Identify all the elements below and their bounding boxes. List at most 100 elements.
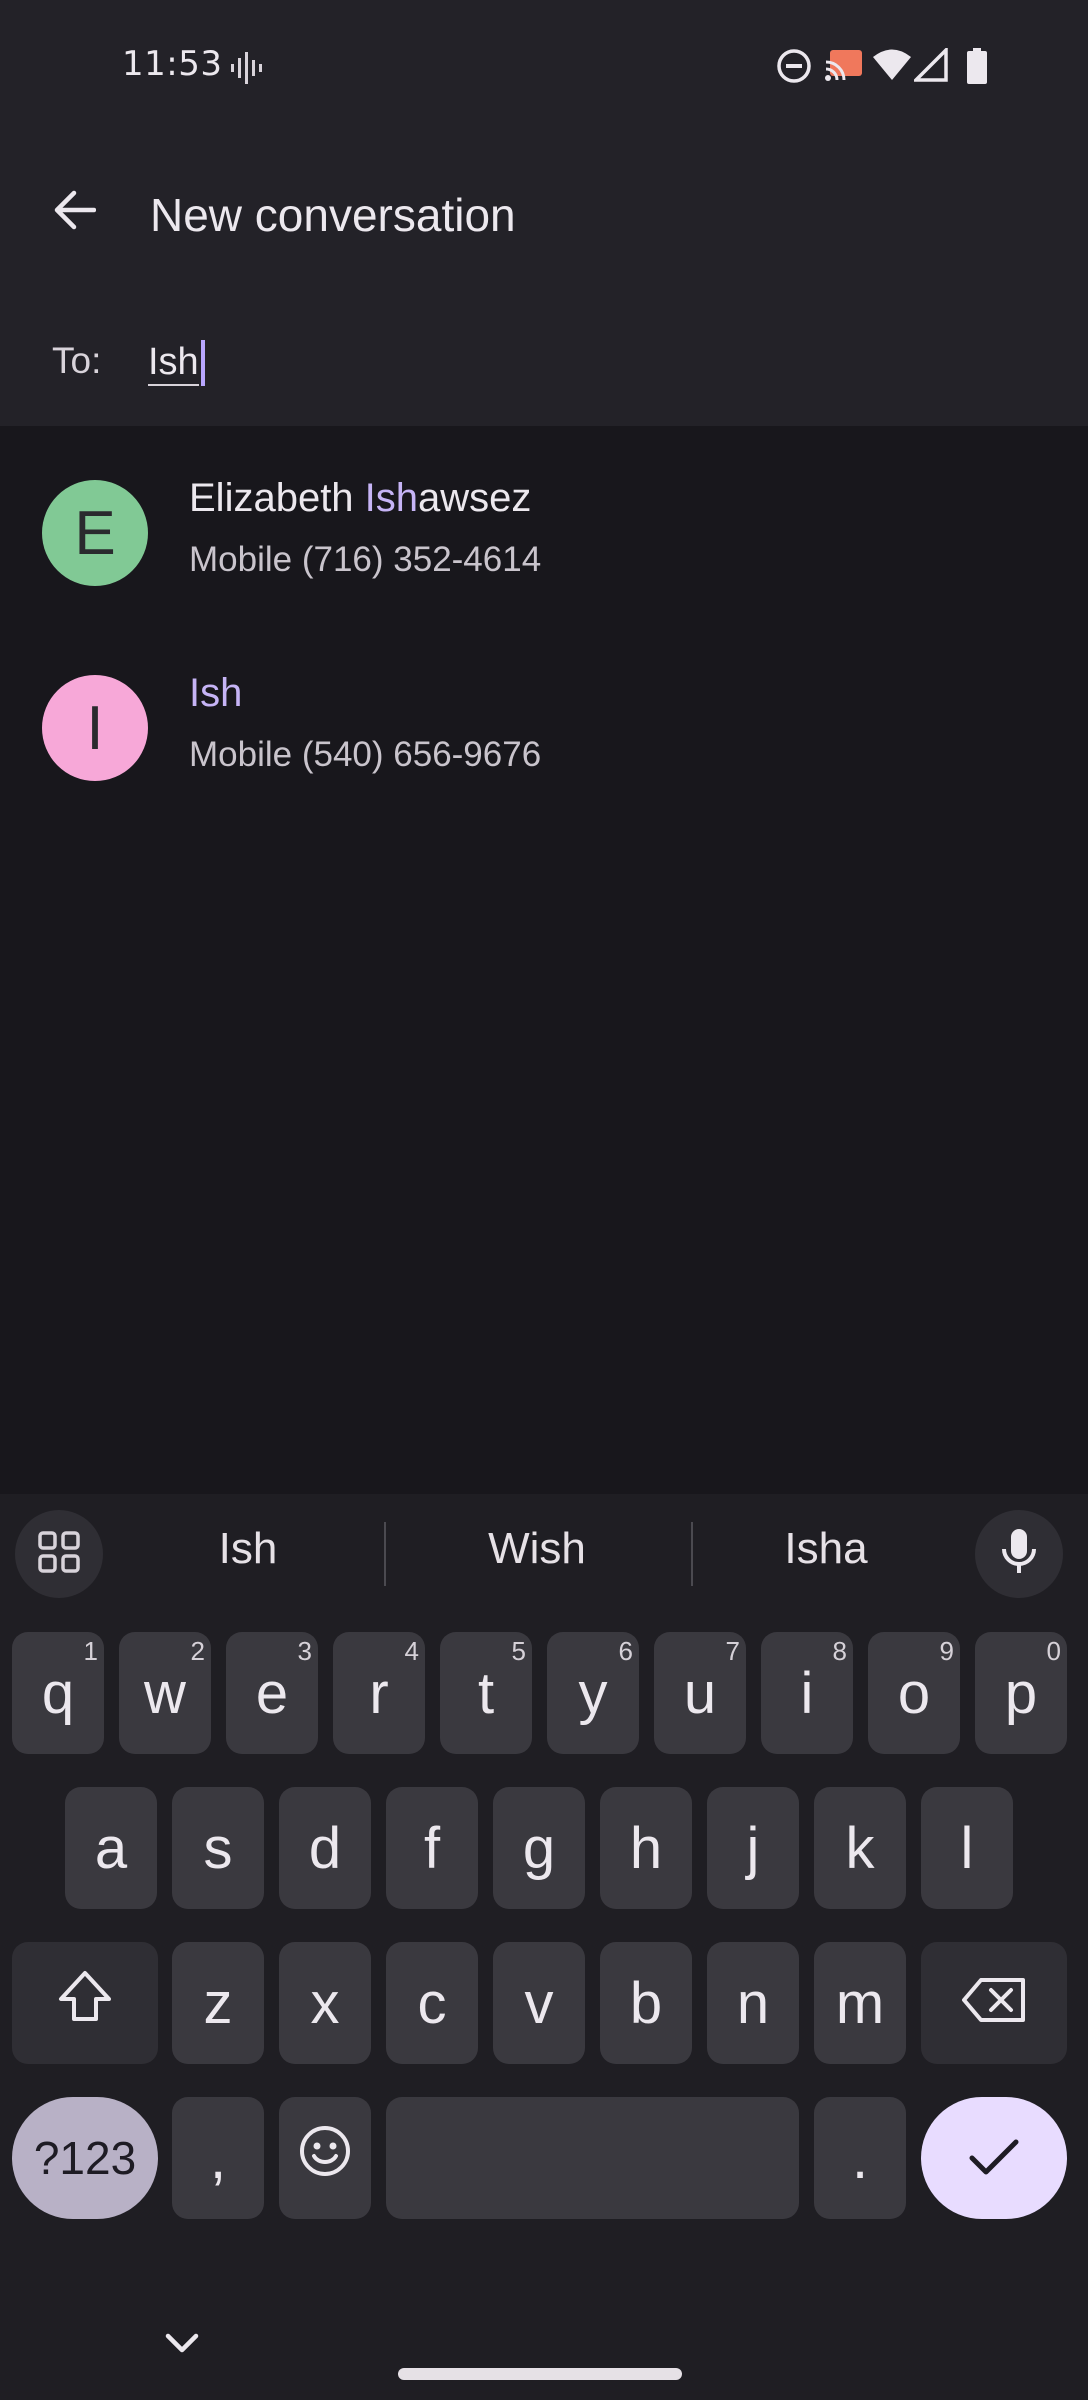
key-label: o bbox=[897, 1660, 931, 1726]
key-f[interactable]: f bbox=[386, 1787, 478, 1909]
key-hint: 1 bbox=[83, 1636, 98, 1666]
key-x[interactable]: x bbox=[279, 1942, 371, 2064]
key-label: t bbox=[477, 1660, 495, 1726]
voice-input-button[interactable] bbox=[975, 1510, 1063, 1598]
contact-suggestion[interactable]: E Elizabeth Ishawsez Mobile (716) 352-46… bbox=[0, 426, 1088, 616]
key-v[interactable]: v bbox=[493, 1942, 585, 2064]
key-d[interactable]: d bbox=[279, 1787, 371, 1909]
key-label: i bbox=[800, 1660, 814, 1726]
key-hint: 2 bbox=[190, 1636, 205, 1666]
contact-suggestion[interactable]: I Ish Mobile (540) 656-9676 bbox=[0, 621, 1088, 811]
contact-number: Mobile (540) 656-9676 bbox=[189, 735, 542, 774]
key-label: u bbox=[683, 1660, 717, 1726]
status-time: 11:53 bbox=[122, 44, 223, 84]
app-bar: New conversation bbox=[0, 160, 1088, 270]
key-z[interactable]: z bbox=[172, 1942, 264, 2064]
recipient-row: To: Ish bbox=[0, 320, 1088, 410]
key-label: w bbox=[144, 1660, 186, 1726]
key-s[interactable]: s bbox=[172, 1787, 264, 1909]
signal-icon bbox=[911, 45, 948, 86]
status-bar: 11:53 bbox=[0, 0, 1088, 135]
backspace-icon bbox=[961, 1970, 1027, 2037]
contact-name-prefix: Elizabeth bbox=[189, 476, 365, 520]
key-y[interactable]: y6 bbox=[547, 1632, 639, 1754]
recipient-input-text: Ish bbox=[148, 340, 199, 386]
key-label: r bbox=[369, 1660, 389, 1726]
header: 11:53 New conversation To: Ish bbox=[0, 0, 1088, 426]
suggestion-item[interactable]: Ish bbox=[138, 1524, 358, 1574]
key-j[interactable]: j bbox=[707, 1787, 799, 1909]
avatar: E bbox=[42, 480, 148, 586]
suggestion-item[interactable]: Wish bbox=[427, 1524, 647, 1574]
keyboard: Ish Wish Isha ?123 , . q 1 w 2 e 3 r 4 t… bbox=[0, 1494, 1088, 2400]
suggestion-divider bbox=[691, 1522, 693, 1586]
key-label: y bbox=[578, 1660, 608, 1726]
contact-name-suffix: awsez bbox=[418, 476, 532, 520]
key-label: e bbox=[255, 1660, 289, 1726]
text-cursor bbox=[200, 340, 205, 386]
apps-grid-icon bbox=[37, 1530, 81, 1578]
key-c[interactable]: c bbox=[386, 1942, 478, 2064]
contact-name: Ish bbox=[189, 671, 242, 716]
do-not-disturb-icon bbox=[776, 48, 812, 88]
battery-icon bbox=[966, 48, 988, 88]
recipient-label: To: bbox=[52, 340, 102, 381]
home-indicator[interactable] bbox=[398, 2368, 682, 2380]
cast-icon bbox=[824, 48, 864, 86]
symbols-key[interactable]: ?123 bbox=[12, 2097, 158, 2219]
key-hint: 5 bbox=[511, 1636, 526, 1666]
voice-activity-icon bbox=[230, 52, 264, 88]
suggestion-divider bbox=[384, 1522, 386, 1586]
contact-name-match: Ish bbox=[364, 476, 419, 520]
shift-key[interactable] bbox=[12, 1942, 158, 2064]
key-q[interactable]: q1 bbox=[12, 1632, 104, 1754]
apps-grid-button[interactable] bbox=[15, 1510, 103, 1598]
avatar: I bbox=[42, 675, 148, 781]
key-m[interactable]: m bbox=[814, 1942, 906, 2064]
key-t[interactable]: t5 bbox=[440, 1632, 532, 1754]
key-p[interactable]: p0 bbox=[975, 1632, 1067, 1754]
key-hint: 8 bbox=[832, 1636, 847, 1666]
emoji-icon bbox=[298, 2124, 352, 2192]
key-o[interactable]: o9 bbox=[868, 1632, 960, 1754]
contact-name: Elizabeth Ishawsez bbox=[189, 476, 531, 521]
enter-key[interactable] bbox=[921, 2097, 1067, 2219]
hide-keyboard-button[interactable] bbox=[162, 2330, 202, 2360]
key-label: q bbox=[41, 1660, 75, 1726]
key-u[interactable]: u7 bbox=[654, 1632, 746, 1754]
microphone-icon bbox=[999, 1527, 1039, 1581]
key-hint: 9 bbox=[939, 1636, 954, 1666]
contact-name-match: Ish bbox=[189, 671, 243, 715]
emoji-key[interactable] bbox=[279, 2097, 371, 2219]
suggestion-bar: Ish Wish Isha bbox=[0, 1494, 1088, 1616]
key-i[interactable]: i8 bbox=[761, 1632, 853, 1754]
recipient-input[interactable]: Ish bbox=[148, 332, 1028, 394]
chevron-down-icon bbox=[162, 2333, 202, 2360]
key-hint: 3 bbox=[297, 1636, 312, 1666]
backspace-key[interactable] bbox=[921, 1942, 1067, 2064]
key-e[interactable]: e3 bbox=[226, 1632, 318, 1754]
key-r[interactable]: r4 bbox=[333, 1632, 425, 1754]
period-key[interactable]: . bbox=[814, 2097, 906, 2219]
suggestion-item[interactable]: Isha bbox=[716, 1524, 936, 1574]
key-w[interactable]: w2 bbox=[119, 1632, 211, 1754]
key-k[interactable]: k bbox=[814, 1787, 906, 1909]
key-hint: 6 bbox=[618, 1636, 633, 1666]
key-hint: 4 bbox=[404, 1636, 419, 1666]
back-button[interactable] bbox=[32, 170, 116, 254]
key-b[interactable]: b bbox=[600, 1942, 692, 2064]
space-key[interactable] bbox=[386, 2097, 799, 2219]
shift-icon bbox=[57, 1969, 113, 2037]
key-n[interactable]: n bbox=[707, 1942, 799, 2064]
key-g[interactable]: g bbox=[493, 1787, 585, 1909]
page-title: New conversation bbox=[150, 189, 516, 241]
comma-key[interactable]: , bbox=[172, 2097, 264, 2219]
key-hint: 7 bbox=[725, 1636, 740, 1666]
contact-number: Mobile (716) 352-4614 bbox=[189, 540, 542, 579]
key-a[interactable]: a bbox=[65, 1787, 157, 1909]
key-h[interactable]: h bbox=[600, 1787, 692, 1909]
back-arrow-icon bbox=[52, 190, 97, 234]
checkmark-icon bbox=[968, 2125, 1020, 2192]
key-hint: 0 bbox=[1046, 1636, 1061, 1666]
key-l[interactable]: l bbox=[921, 1787, 1013, 1909]
